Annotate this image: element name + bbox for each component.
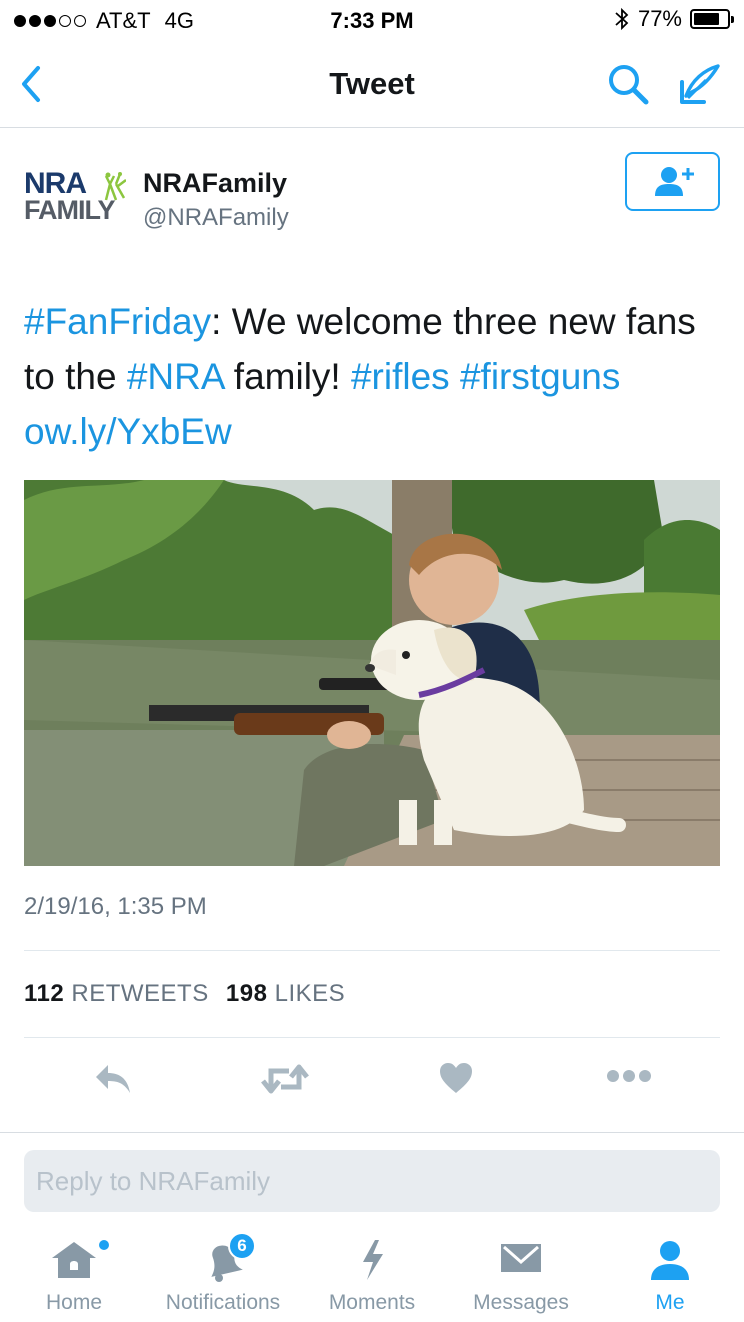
tab-bar: Home 6 Notifications Moments Messages Me xyxy=(0,1232,744,1322)
tweet-header: NRA FAMILY NRAFamily @NRAFamily xyxy=(24,152,720,240)
tab-home[interactable]: Home xyxy=(4,1232,144,1322)
like-count: 198 xyxy=(225,980,268,1007)
tab-label: Home xyxy=(45,1291,103,1314)
tweet-timestamp: 2/19/16, 1:35 PM xyxy=(24,893,207,920)
nra-family-logo[interactable]: NRA FAMILY xyxy=(24,169,128,230)
tab-me[interactable]: Me xyxy=(600,1232,740,1322)
tab-messages[interactable]: Messages xyxy=(451,1232,591,1322)
search-button[interactable] xyxy=(604,60,652,113)
nav-bar: Tweet xyxy=(0,40,744,128)
tab-label: Me xyxy=(655,1291,685,1314)
hashtag-nra[interactable]: #NRA xyxy=(127,356,224,397)
battery-icon xyxy=(690,9,734,29)
photo-illustration xyxy=(24,480,720,866)
heart-icon xyxy=(440,1063,472,1093)
search-icon xyxy=(609,65,649,105)
retweets-stat[interactable]: 112 RETWEETS xyxy=(24,980,209,1007)
retweet-count: 112 xyxy=(24,980,65,1007)
likes-stat[interactable]: 198 LIKES xyxy=(226,980,345,1007)
tweet-stats: 112 RETWEETS 198 LIKES xyxy=(24,980,345,1008)
hashtag-firstguns[interactable]: #firstguns xyxy=(460,356,620,397)
tweet-text: #FanFriday: We welcome three new fans to… xyxy=(24,294,720,459)
like-button[interactable] xyxy=(438,1061,474,1100)
tab-moments[interactable]: Moments xyxy=(302,1232,442,1322)
reply-section xyxy=(0,1132,744,1232)
hashtag-fanfriday[interactable]: #FanFriday xyxy=(24,301,211,342)
bluetooth-icon xyxy=(615,7,629,31)
add-user-icon xyxy=(654,166,694,196)
user-name[interactable]: NRAFamily xyxy=(143,168,287,199)
tab-label: Notifications xyxy=(165,1291,281,1314)
retweet-button[interactable] xyxy=(261,1061,309,1102)
divider xyxy=(24,1037,720,1038)
battery-percent: 77% xyxy=(637,6,682,31)
lightning-icon xyxy=(363,1240,383,1280)
envelope-icon xyxy=(501,1244,541,1272)
status-bar: AT&T 4G 7:33 PM 77% xyxy=(0,0,744,40)
status-right: 77% xyxy=(614,6,734,32)
notifications-badge: 6 xyxy=(228,1232,256,1260)
tweet-link[interactable]: ow.ly/YxbEw xyxy=(24,411,232,452)
user-handle[interactable]: @NRAFamily xyxy=(143,204,289,232)
more-button[interactable] xyxy=(606,1069,652,1088)
tweet-text-segment: family! xyxy=(223,356,351,397)
tab-label: Moments xyxy=(328,1291,416,1314)
follow-button[interactable] xyxy=(625,152,720,211)
tab-notifications[interactable]: 6 Notifications xyxy=(153,1232,293,1322)
more-icon xyxy=(607,1070,651,1082)
home-new-indicator xyxy=(99,1240,109,1250)
retweet-icon xyxy=(261,1064,309,1094)
family-figures-icon xyxy=(104,172,126,201)
reply-icon xyxy=(96,1065,130,1093)
divider xyxy=(24,950,720,951)
person-icon xyxy=(651,1241,689,1280)
tweet-photo[interactable] xyxy=(24,480,720,866)
tweet-actions xyxy=(0,1055,744,1105)
like-label: LIKES xyxy=(274,980,346,1007)
hashtag-rifles[interactable]: #rifles xyxy=(351,356,450,397)
home-icon xyxy=(52,1242,96,1278)
reply-button[interactable] xyxy=(92,1061,134,1102)
compose-icon xyxy=(680,64,720,104)
compose-button[interactable] xyxy=(676,60,724,113)
reply-input[interactable] xyxy=(24,1150,720,1212)
retweet-label: RETWEETS xyxy=(71,980,209,1007)
tab-label: Messages xyxy=(473,1291,569,1314)
